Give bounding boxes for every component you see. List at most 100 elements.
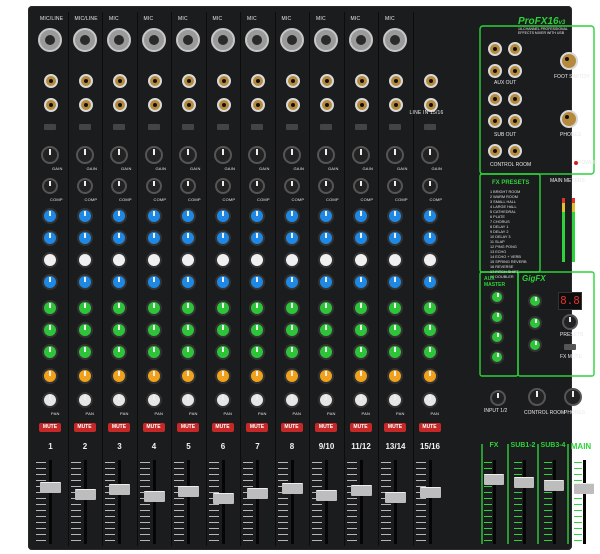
mute-button[interactable]: MUTE	[73, 423, 96, 432]
eq-knob-1[interactable]	[283, 208, 300, 224]
low-cut-button[interactable]	[182, 124, 194, 130]
sub-out-jack-3[interactable]	[488, 114, 502, 128]
xlr-input[interactable]	[176, 28, 200, 52]
eq-knob-1[interactable]	[214, 208, 231, 224]
fx-send-knob[interactable]	[421, 368, 438, 384]
sub-out-jack-2[interactable]	[508, 92, 522, 106]
fx-send-master-knob-2[interactable]	[528, 316, 542, 330]
insert-jack[interactable]	[78, 98, 93, 112]
low-cut-button[interactable]	[147, 124, 160, 130]
mute-button[interactable]: MUTE	[384, 423, 406, 432]
insert-jack[interactable]	[285, 98, 300, 112]
aux-knob-3[interactable]	[421, 344, 438, 360]
aux-knob-2[interactable]	[421, 322, 438, 338]
aux-out-jack-3[interactable]	[488, 64, 502, 78]
sub-out-jack-1[interactable]	[488, 92, 502, 106]
aux-knob-1[interactable]	[283, 300, 300, 316]
pan-knob[interactable]	[352, 392, 369, 408]
aux-knob-3[interactable]	[387, 344, 403, 360]
eq-knob-4[interactable]	[249, 274, 265, 290]
eq-knob-3[interactable]	[387, 252, 403, 268]
usb-input-knob[interactable]	[490, 390, 506, 406]
fx-send-master-knob-1[interactable]	[528, 294, 542, 308]
main-fader[interactable]	[574, 483, 594, 494]
phones-jack[interactable]	[560, 110, 578, 128]
fx-send-knob[interactable]	[352, 368, 369, 384]
mute-button[interactable]: MUTE	[211, 423, 234, 432]
channel-fader[interactable]	[109, 484, 130, 495]
mute-button[interactable]: MUTE	[349, 423, 372, 432]
eq-knob-3[interactable]	[421, 252, 438, 268]
eq-knob-1[interactable]	[318, 208, 334, 224]
eq-knob-2[interactable]	[421, 230, 438, 246]
channel-fader[interactable]	[316, 490, 337, 501]
xlr-input[interactable]	[348, 28, 373, 52]
mute-button[interactable]: MUTE	[280, 423, 303, 432]
xlr-input[interactable]	[245, 28, 269, 52]
xlr-input[interactable]	[107, 28, 131, 52]
aux-knob-2[interactable]	[249, 322, 265, 338]
pan-knob[interactable]	[111, 392, 127, 408]
eq-knob-2[interactable]	[318, 230, 334, 246]
mute-button[interactable]: MUTE	[39, 423, 61, 432]
eq-knob-2[interactable]	[42, 230, 58, 246]
eq-knob-3[interactable]	[76, 252, 93, 268]
fx-send-knob[interactable]	[283, 368, 300, 384]
gain-knob[interactable]	[213, 146, 232, 164]
gain-knob[interactable]	[110, 146, 128, 164]
line-input-jack[interactable]	[389, 74, 403, 88]
channel-fader[interactable]	[74, 489, 96, 500]
gain-knob[interactable]	[282, 146, 301, 164]
comp-knob[interactable]	[180, 178, 196, 194]
channel-fader[interactable]	[143, 491, 165, 502]
aux-knob-1[interactable]	[318, 300, 334, 316]
line-input-jack[interactable]	[147, 74, 162, 88]
aux-knob-3[interactable]	[111, 344, 127, 360]
channel-fader[interactable]	[178, 486, 199, 497]
phones-knob[interactable]	[564, 388, 582, 406]
xlr-input[interactable]	[383, 28, 407, 52]
gain-knob[interactable]	[41, 146, 59, 164]
control-room-jack-l[interactable]	[488, 144, 502, 158]
gain-knob[interactable]	[420, 146, 439, 164]
fx-send-knob[interactable]	[42, 368, 58, 384]
aux-knob-3[interactable]	[145, 344, 162, 360]
aux-knob-2[interactable]	[352, 322, 369, 338]
eq-knob-4[interactable]	[387, 274, 403, 290]
pan-knob[interactable]	[145, 392, 162, 408]
gain-knob[interactable]	[144, 146, 163, 164]
xlr-input[interactable]	[279, 28, 304, 52]
aux-out-jack-1[interactable]	[488, 42, 502, 56]
eq-knob-4[interactable]	[318, 274, 334, 290]
aux-knob-2[interactable]	[42, 322, 58, 338]
pan-knob[interactable]	[421, 392, 438, 408]
sub12-fader[interactable]	[514, 477, 534, 488]
channel-fader[interactable]	[40, 482, 61, 493]
aux-knob-3[interactable]	[76, 344, 93, 360]
fx-send-knob[interactable]	[387, 368, 403, 384]
gain-knob[interactable]	[179, 146, 197, 164]
aux-knob-2[interactable]	[214, 322, 231, 338]
fx-send-knob[interactable]	[76, 368, 93, 384]
low-cut-button[interactable]	[320, 124, 332, 130]
mute-button[interactable]: MUTE	[418, 423, 441, 432]
channel-fader[interactable]	[350, 485, 372, 496]
pan-knob[interactable]	[214, 392, 231, 408]
channel-fader[interactable]	[247, 488, 268, 499]
insert-jack[interactable]	[251, 98, 265, 112]
channel-fader[interactable]	[212, 493, 234, 504]
insert-jack[interactable]	[354, 98, 369, 112]
fx-send-knob[interactable]	[145, 368, 162, 384]
low-cut-button[interactable]	[423, 124, 436, 130]
gain-knob[interactable]	[386, 146, 404, 164]
aux-knob-2[interactable]	[283, 322, 300, 338]
aux-knob-2[interactable]	[318, 322, 334, 338]
line-input-jack[interactable]	[285, 74, 300, 88]
fx-send-knob[interactable]	[249, 368, 265, 384]
pan-knob[interactable]	[180, 392, 196, 408]
foot-switch-jack[interactable]	[560, 52, 578, 70]
control-room-knob[interactable]	[528, 388, 546, 406]
eq-knob-2[interactable]	[76, 230, 93, 246]
gain-knob[interactable]	[248, 146, 266, 164]
eq-knob-1[interactable]	[180, 208, 196, 224]
